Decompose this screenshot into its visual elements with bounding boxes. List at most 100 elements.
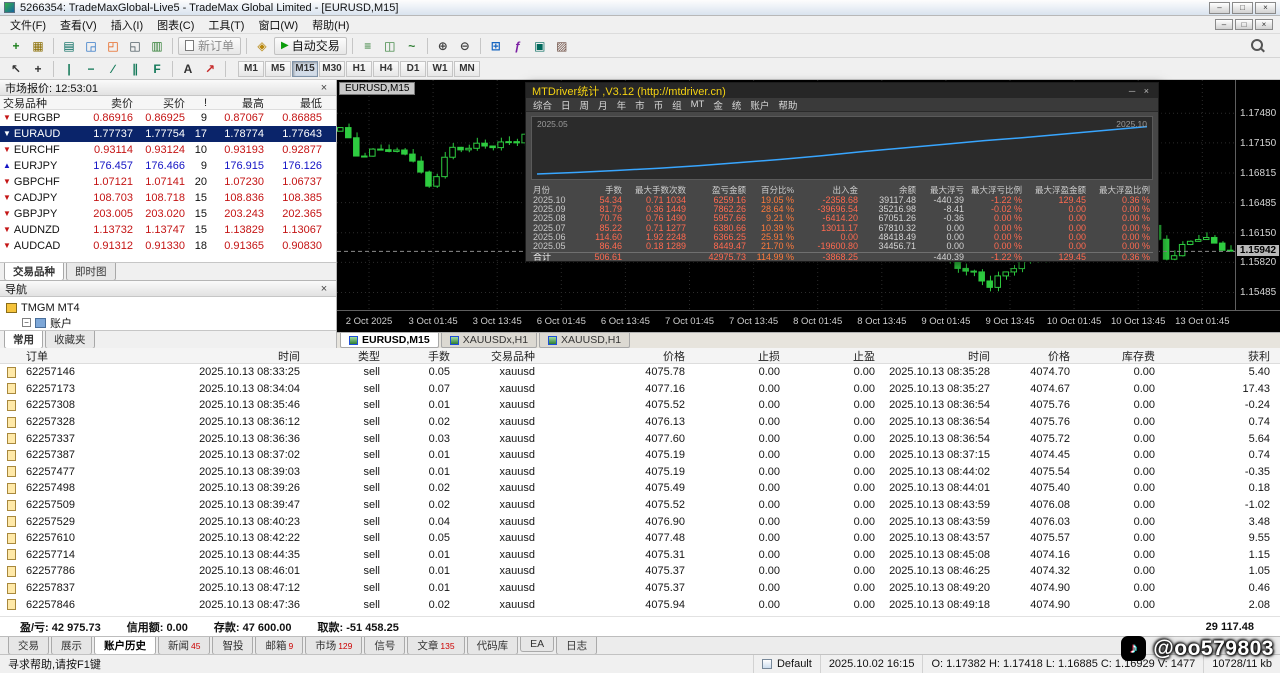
- column-header[interactable]: 最高: [210, 95, 267, 111]
- mtdriver-window-controls[interactable]: ─ ×: [1129, 86, 1152, 96]
- terminal-tab[interactable]: 智投: [212, 637, 253, 655]
- order-row[interactable]: 622571732025.10.13 08:34:04sell0.07xauus…: [0, 381, 1280, 398]
- market-row[interactable]: ▼CADJPY108.703108.71815108.836108.385: [0, 190, 336, 206]
- market-watch-tab[interactable]: 交易品种: [4, 263, 64, 281]
- market-row[interactable]: ▼AUDCAD0.913120.91330180.913650.90830: [0, 238, 336, 254]
- timeframe-h1[interactable]: H1: [346, 61, 372, 77]
- maximize-button[interactable]: □: [1232, 2, 1253, 14]
- mtdriver-menu-item[interactable]: 组: [672, 98, 682, 112]
- market-row[interactable]: ▼EURAUD1.777371.77754171.787741.77643: [0, 126, 336, 142]
- chart-candles-icon[interactable]: ◫: [380, 37, 400, 55]
- minimize-button[interactable]: –: [1209, 2, 1230, 14]
- history-column-header[interactable]: 获利: [1165, 348, 1280, 364]
- fibonacci-icon[interactable]: F: [147, 60, 167, 78]
- chart-line-icon[interactable]: ~: [402, 37, 422, 55]
- mtdriver-menu-item[interactable]: 综合: [533, 98, 552, 112]
- mtdriver-menu-item[interactable]: 周: [580, 98, 590, 112]
- timeframe-mn[interactable]: MN: [454, 61, 480, 77]
- history-column-header[interactable]: 止损: [695, 348, 790, 364]
- terminal-tab[interactable]: 交易: [8, 637, 49, 655]
- order-row[interactable]: 622577142025.10.13 08:44:35sell0.01xauus…: [0, 547, 1280, 564]
- chart-bars-icon[interactable]: ≡: [358, 37, 378, 55]
- close-button[interactable]: ×: [1255, 2, 1276, 14]
- menu-item[interactable]: 查看(V): [53, 16, 104, 34]
- terminal-tab[interactable]: 日志: [556, 637, 597, 655]
- terminal-tab[interactable]: 代码库: [467, 637, 519, 655]
- history-column-header[interactable]: 交易品种: [460, 348, 545, 364]
- market-watch-icon[interactable]: ▤: [59, 37, 79, 55]
- terminal-tab[interactable]: EA: [520, 637, 554, 652]
- order-row[interactable]: 622575092025.10.13 08:39:47sell0.02xauus…: [0, 497, 1280, 514]
- zoom-out-icon[interactable]: ⊖: [455, 37, 475, 55]
- new-order-button[interactable]: 新订单: [178, 37, 241, 55]
- column-header[interactable]: 最低: [267, 95, 325, 111]
- history-column-header[interactable]: 价格: [1000, 348, 1080, 364]
- mtdriver-menu-item[interactable]: 帮助: [778, 98, 797, 112]
- history-column-header[interactable]: 时间: [110, 348, 310, 364]
- chart-tab[interactable]: XAUUSD,H1: [539, 333, 630, 348]
- mdi-close-button[interactable]: ×: [1255, 19, 1273, 30]
- history-column-header[interactable]: 库存费: [1080, 348, 1165, 364]
- search-icon[interactable]: [1250, 38, 1265, 53]
- order-row[interactable]: 622573082025.10.13 08:35:46sell0.01xauus…: [0, 397, 1280, 414]
- terminal-tab[interactable]: 展示: [51, 637, 92, 655]
- terminal-tab[interactable]: 文章135: [407, 637, 464, 655]
- order-row[interactable]: 622575292025.10.13 08:40:23sell0.04xauus…: [0, 513, 1280, 530]
- price-scale[interactable]: 1.174801.171501.168151.164851.161501.158…: [1235, 80, 1280, 310]
- history-column-header[interactable]: 类型: [310, 348, 390, 364]
- history-column-header[interactable]: 价格: [545, 348, 695, 364]
- status-profile[interactable]: Default: [753, 655, 820, 673]
- terminal-tab[interactable]: 信号: [364, 637, 405, 655]
- order-row[interactable]: 622573372025.10.13 08:36:36sell0.03xauus…: [0, 430, 1280, 447]
- menu-item[interactable]: 窗口(W): [251, 16, 305, 34]
- terminal-tab[interactable]: 市场129: [305, 637, 362, 655]
- autotrade-button[interactable]: ▶自动交易: [274, 37, 347, 55]
- order-row[interactable]: 622578372025.10.13 08:47:12sell0.01xauus…: [0, 580, 1280, 597]
- timeframe-m5[interactable]: M5: [265, 61, 291, 77]
- indicators-icon[interactable]: ƒ: [508, 37, 528, 55]
- mtdriver-menu-item[interactable]: 月: [598, 98, 608, 112]
- mtdriver-menu-item[interactable]: 统: [732, 98, 742, 112]
- new-chart-icon[interactable]: +: [6, 37, 26, 55]
- column-header[interactable]: 卖价: [84, 95, 136, 111]
- timeframe-m1[interactable]: M1: [238, 61, 264, 77]
- market-row[interactable]: ▼GBPCHF1.071211.07141201.072301.06737: [0, 174, 336, 190]
- history-column-header[interactable]: 时间: [885, 348, 1000, 364]
- market-row[interactable]: ▼AUDNZD1.137321.13747151.138291.13067: [0, 222, 336, 238]
- timeframe-w1[interactable]: W1: [427, 61, 453, 77]
- arrows-icon[interactable]: ↗: [200, 60, 220, 78]
- cursor-icon[interactable]: ↖: [6, 60, 26, 78]
- close-icon[interactable]: ×: [317, 283, 331, 295]
- horizontal-line-icon[interactable]: −: [81, 60, 101, 78]
- terminal-icon[interactable]: ◱: [125, 37, 145, 55]
- order-row[interactable]: 622574982025.10.13 08:39:26sell0.02xauus…: [0, 480, 1280, 497]
- mtdriver-title-bar[interactable]: MTDriver统计 ,V3.12 (http://mtdriver.cn) ─…: [526, 83, 1158, 98]
- terminal-tab[interactable]: 新闻45: [158, 637, 210, 655]
- mtdriver-menu-item[interactable]: 日: [561, 98, 571, 112]
- order-row[interactable]: 622574772025.10.13 08:39:03sell0.01xauus…: [0, 464, 1280, 481]
- data-window-icon[interactable]: ◲: [81, 37, 101, 55]
- trendline-icon[interactable]: ∕: [103, 60, 123, 78]
- menu-item[interactable]: 文件(F): [3, 16, 53, 34]
- navigator-root-item[interactable]: TMGM MT4: [6, 300, 330, 315]
- navigator-accounts-item[interactable]: − 账户: [6, 315, 330, 330]
- order-row[interactable]: 622571462025.10.13 08:33:25sell0.05xauus…: [0, 364, 1280, 381]
- timeframe-d1[interactable]: D1: [400, 61, 426, 77]
- mtdriver-menu-item[interactable]: 币: [654, 98, 664, 112]
- chart-tab[interactable]: EURUSD,M15: [340, 333, 439, 348]
- column-header[interactable]: 买价: [136, 95, 188, 111]
- history-column-header[interactable]: 订单: [22, 348, 110, 364]
- column-header[interactable]: !: [188, 97, 210, 109]
- channel-icon[interactable]: ∥: [125, 60, 145, 78]
- order-row[interactable]: 622573872025.10.13 08:37:02sell0.01xauus…: [0, 447, 1280, 464]
- mtdriver-menu-item[interactable]: 账户: [750, 98, 769, 112]
- column-header[interactable]: 交易品种: [0, 95, 84, 111]
- navigator-icon[interactable]: ◰: [103, 37, 123, 55]
- strategy-tester-icon[interactable]: ▥: [147, 37, 167, 55]
- timeframe-m30[interactable]: M30: [319, 61, 345, 77]
- terminal-tab[interactable]: 邮箱9: [255, 637, 303, 655]
- menu-item[interactable]: 帮助(H): [305, 16, 356, 34]
- menu-item[interactable]: 工具(T): [201, 16, 251, 34]
- mtdriver-menu-item[interactable]: MT: [691, 99, 705, 110]
- history-column-header[interactable]: 手数: [390, 348, 460, 364]
